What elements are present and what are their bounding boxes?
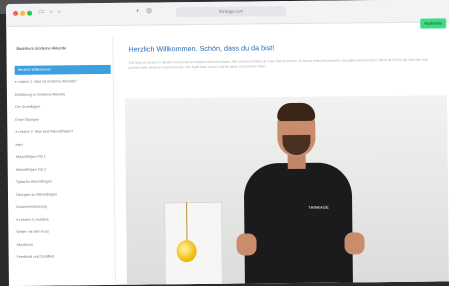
intro-paragraph: Toll, dass du da bist. In diesem Kurs le… <box>128 57 428 70</box>
video-player[interactable]: THINKAGE <box>124 95 449 286</box>
main-content: Herzlich Willkommen. Schön, dass du da b… <box>118 33 449 286</box>
course-title: Basiskurs moderne Akkorde <box>16 45 67 51</box>
sidebar-toggle-icon[interactable]: ▭ <box>38 9 46 17</box>
sidebar-item[interactable]: Erste Übungen <box>15 116 111 122</box>
close-window-icon[interactable] <box>13 10 19 16</box>
presenter-left-hand <box>236 233 257 256</box>
sidebar-item[interactable]: Lektion 1: Was ist moderne Akkorde? <box>15 79 111 85</box>
page-title: Herzlich Willkommen. Schön, dass du da b… <box>128 43 275 54</box>
shield-icon[interactable]: ◐ <box>136 8 144 16</box>
presenter-neck <box>287 154 306 170</box>
sidebar-item[interactable]: Feedback und Zertifikat <box>17 254 113 260</box>
extension-icon[interactable]: ◍ <box>146 7 154 15</box>
browser-toolbar: ▭ ‹ › ◐ ◍ thinkage.com <box>6 0 449 27</box>
browser-window: ▭ ‹ › ◐ ◍ thinkage.com Kostenlos Basisku… <box>6 0 449 286</box>
sidebar-item[interactable]: Abschluss <box>16 241 112 247</box>
forward-icon[interactable]: › <box>58 8 66 16</box>
sidebar-item[interactable]: Herzlich Willkommen <box>14 64 111 75</box>
address-bar[interactable]: thinkage.com <box>176 6 287 18</box>
sidebar-item[interactable]: Zusammenfassung <box>16 204 112 210</box>
sidebar-item[interactable]: Intro <box>15 141 111 147</box>
minimize-window-icon[interactable] <box>20 10 26 16</box>
presenter-hair <box>277 102 316 122</box>
sidebar-item[interactable]: Lektion 3: Ausblick <box>16 216 112 222</box>
sidebar-item[interactable]: Die Grundlagen <box>15 104 111 110</box>
sidebar-item[interactable]: Weiter mit dem Kurs <box>16 229 112 235</box>
sidebar-item[interactable]: Akkordfolgen Teil 1 <box>16 154 112 160</box>
course-sidebar: Basiskurs moderne Akkorde Herzlich Willk… <box>10 36 116 286</box>
sidebar-item[interactable]: Akkordfolgen Teil 2 <box>16 166 112 172</box>
shirt-logo: THINKAGE <box>308 204 329 210</box>
lesson-list: Herzlich Willkommen Lektion 1: Was ist mo… <box>10 37 112 259</box>
sidebar-item[interactable]: Übungen zu Akkordfolgen <box>16 191 112 197</box>
presenter-right-hand <box>344 232 365 255</box>
sidebar-item[interactable]: Typische Akkordfolgen <box>16 179 112 185</box>
sidebar-item[interactable]: Einführung in moderne Akkorde <box>15 91 111 97</box>
light-bulb <box>176 240 197 263</box>
sidebar-item[interactable]: Lektion 2: Was sind Akkordfolgen? <box>15 129 111 135</box>
desk-edge <box>0 270 6 286</box>
presenter-body <box>243 162 353 286</box>
cta-button[interactable]: Kostenlos <box>420 18 447 29</box>
back-icon[interactable]: ‹ <box>50 8 58 16</box>
maximize-window-icon[interactable] <box>27 10 33 16</box>
